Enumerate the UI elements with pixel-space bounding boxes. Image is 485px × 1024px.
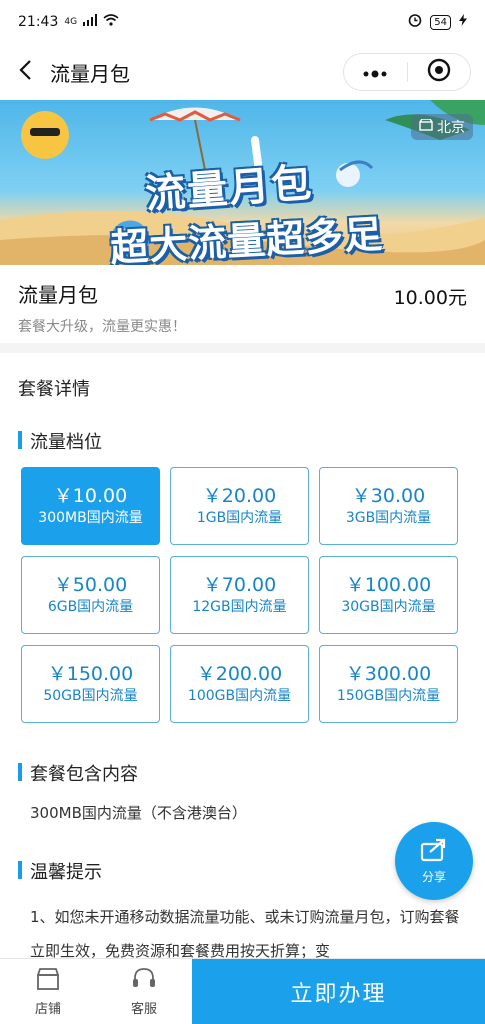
tier-price: ￥10.00 [53, 485, 128, 507]
headset-icon [131, 967, 157, 995]
more-button[interactable] [344, 54, 407, 90]
tier-option[interactable]: ￥200.00 100GB国内流量 [170, 645, 309, 723]
store-button[interactable]: 店铺 [0, 959, 96, 1024]
tier-data: 6GB国内流量 [47, 599, 134, 615]
apply-now-button[interactable]: 立即办理 [192, 959, 485, 1024]
tier-option[interactable]: ￥300.00 150GB国内流量 [319, 645, 458, 723]
details-heading: 套餐详情 [18, 379, 90, 400]
store-icon [419, 118, 433, 135]
tier-data: 12GB国内流量 [192, 599, 287, 615]
store-label: 店铺 [34, 1001, 61, 1017]
back-button[interactable] [0, 44, 50, 100]
tier-price: ￥300.00 [345, 663, 432, 685]
tier-option[interactable]: ￥70.00 12GB国内流量 [170, 556, 309, 634]
tier-option[interactable]: ￥10.00 300MB国内流量 [21, 467, 160, 545]
target-circle-icon [427, 58, 451, 86]
page-title: 流量月包 [50, 61, 130, 86]
tier-data: 100GB国内流量 [187, 688, 292, 704]
nav-bar: 流量月包 [0, 44, 485, 100]
service-label: 客服 [130, 1001, 157, 1017]
more-dots-icon [362, 63, 388, 82]
tips-heading: 温馨提示 [18, 858, 102, 884]
chevron-left-icon [18, 59, 32, 85]
contents-text: 300MB国内流量（不含港澳台） [30, 804, 247, 822]
mini-program-capsule [343, 53, 471, 91]
product-price: 10.00元 [393, 287, 467, 309]
share-button[interactable]: 分享 [395, 822, 473, 900]
promo-banner: 北京 流量月包 超大流量超多足 [0, 100, 485, 265]
product-description: 套餐大升级，流量更实惠！ [18, 319, 186, 335]
wifi-icon [103, 14, 119, 30]
customer-service-button[interactable]: 客服 [96, 959, 192, 1024]
tier-option[interactable]: ￥20.00 1GB国内流量 [170, 467, 309, 545]
contents-heading: 套餐包含内容 [18, 760, 138, 786]
tier-data: 300MB国内流量 [38, 510, 143, 526]
tier-price: ￥30.00 [351, 485, 426, 507]
tier-price: ￥200.00 [196, 663, 283, 685]
tier-data: 30GB国内流量 [341, 599, 436, 615]
tier-price: ￥20.00 [202, 485, 277, 507]
signal-icon [83, 14, 98, 30]
charging-icon [459, 14, 467, 30]
tier-option[interactable]: ￥150.00 50GB国内流量 [21, 645, 160, 723]
share-icon [420, 838, 448, 866]
tier-price: ￥150.00 [47, 663, 134, 685]
tier-data: 50GB国内流量 [43, 688, 138, 704]
share-label: 分享 [421, 869, 446, 884]
tier-price: ￥70.00 [202, 574, 277, 596]
alarm-icon [408, 13, 422, 31]
tier-data: 3GB国内流量 [345, 510, 432, 526]
section-divider [0, 343, 485, 353]
tier-data: 1GB国内流量 [196, 510, 283, 526]
network-label: 4G [64, 17, 78, 27]
close-mini-program-button[interactable] [408, 54, 471, 90]
region-badge[interactable]: 北京 [411, 114, 473, 140]
status-time: 21:43 [18, 14, 59, 30]
shop-icon [35, 967, 61, 995]
product-info: 流量月包 10.00元 套餐大升级，流量更实惠！ [0, 265, 485, 343]
tier-price: ￥100.00 [345, 574, 432, 596]
tier-option[interactable]: ￥100.00 30GB国内流量 [319, 556, 458, 634]
tier-option[interactable]: ￥50.00 6GB国内流量 [21, 556, 160, 634]
status-bar: 21:43 4G 54 [0, 0, 485, 44]
tiers-heading: 流量档位 [18, 428, 102, 454]
region-label: 北京 [437, 120, 465, 136]
bottom-bar: 店铺 客服 立即办理 [0, 958, 485, 1024]
tier-option[interactable]: ￥30.00 3GB国内流量 [319, 467, 458, 545]
tier-grid: ￥10.00 300MB国内流量 ￥20.00 1GB国内流量 ￥30.00 3GB国… [21, 467, 459, 723]
tier-data: 150GB国内流量 [336, 688, 441, 704]
tier-price: ￥50.00 [53, 574, 128, 596]
battery-indicator: 54 [430, 14, 451, 30]
